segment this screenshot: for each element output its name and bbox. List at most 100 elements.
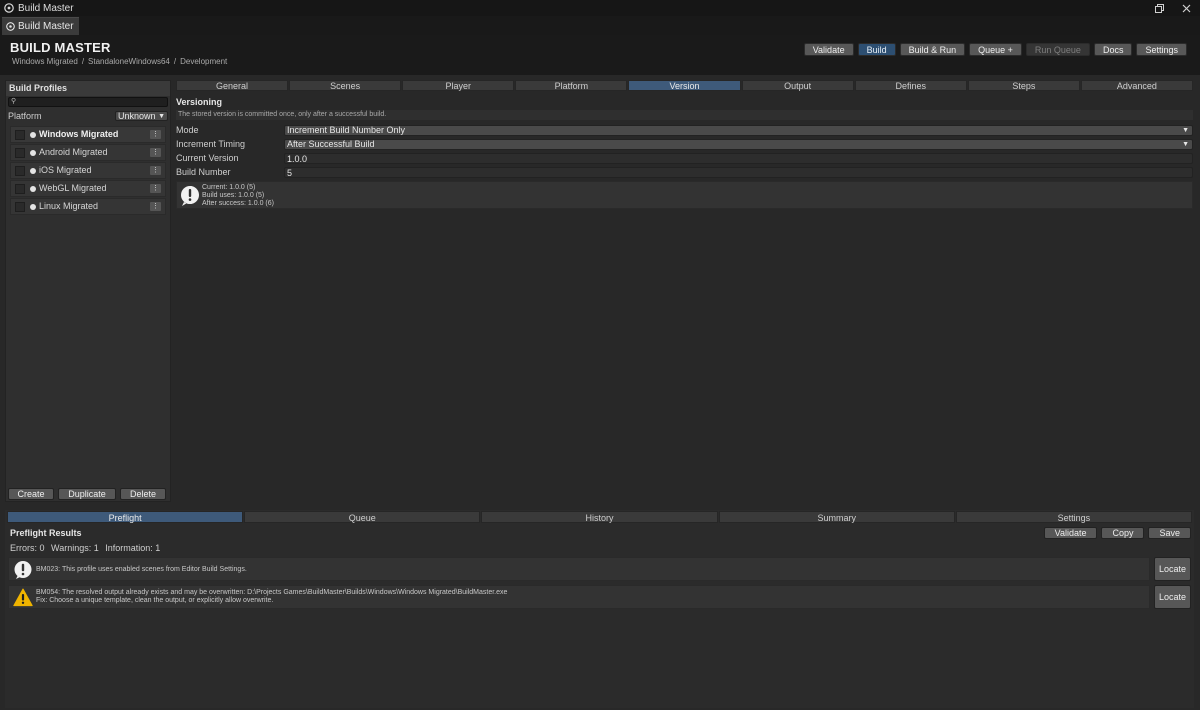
validate-button[interactable]: Validate: [803, 43, 854, 56]
run-queue-button[interactable]: Run Queue: [1025, 43, 1090, 56]
profile-name: Android Migrated: [39, 147, 108, 157]
create-profile-button[interactable]: Create: [8, 488, 54, 500]
profile-checkbox[interactable]: [15, 184, 25, 194]
save-button[interactable]: Save: [1148, 527, 1191, 539]
build-uses-info: Build uses: 1.0.0 (5): [202, 192, 265, 199]
increment-timing-dropdown[interactable]: After Successful Build ▼: [284, 139, 1193, 150]
tab-advanced[interactable]: Advanced: [1080, 80, 1193, 91]
info-icon: [13, 560, 33, 583]
version-info-box: Current: 1.0.0 (5) Build uses: 1.0.0 (5)…: [176, 181, 1193, 209]
platform-dropdown-value: Unknown: [118, 111, 156, 121]
build-number-label: Build Number: [176, 167, 231, 177]
locate-button[interactable]: Locate: [1154, 557, 1191, 581]
tab-settings[interactable]: Settings: [955, 511, 1193, 523]
current-version-field[interactable]: [284, 153, 1193, 164]
tab-queue[interactable]: Queue: [244, 511, 481, 523]
after-success-info: After success: 1.0.0 (6): [202, 200, 274, 207]
settings-button[interactable]: Settings: [1136, 43, 1187, 56]
version-info-text: Current: 1.0.0 (5) Build uses: 1.0.0 (5)…: [202, 184, 274, 208]
platform-label: Platform: [8, 111, 42, 121]
profile-item-linux-migrated[interactable]: Linux Migrated ⋮: [10, 198, 166, 215]
status-dot-icon: [30, 168, 36, 174]
copy-button[interactable]: Copy: [1101, 527, 1145, 539]
profile-checkbox[interactable]: [15, 166, 25, 176]
more-menu-icon[interactable]: ⋮: [150, 148, 161, 157]
docs-button[interactable]: Docs: [1093, 43, 1133, 56]
mode-label: Mode: [176, 125, 199, 135]
profile-checkbox[interactable]: [15, 202, 25, 212]
queue-add-button[interactable]: Queue +: [969, 43, 1022, 56]
profile-checkbox[interactable]: [15, 148, 25, 158]
platform-dropdown[interactable]: Unknown ▼: [115, 111, 168, 121]
tab-platform[interactable]: Platform: [515, 80, 628, 91]
locate-button[interactable]: Locate: [1154, 585, 1191, 609]
profile-item-webgl-migrated[interactable]: WebGL Migrated ⋮: [10, 180, 166, 197]
result-counts: Errors: 0 Warnings: 1 Information: 1: [10, 543, 164, 553]
results-actions: Validate Copy Save: [1043, 527, 1191, 539]
app-header: BUILD MASTER Windows Migrated / Standalone…: [0, 35, 1200, 75]
restore-icon[interactable]: [1146, 0, 1173, 16]
profile-actions: Create Duplicate Delete: [8, 488, 166, 500]
tab-player[interactable]: Player: [402, 80, 515, 91]
tab-version[interactable]: Version: [628, 80, 741, 91]
warnings-count: Warnings: 1: [51, 543, 99, 553]
mode-dropdown[interactable]: Increment Build Number Only ▼: [284, 125, 1193, 136]
preflight-validate-button[interactable]: Validate: [1043, 527, 1098, 539]
build-profiles-panel: Build Profiles ⚲ Platform Unknown ▼ Wind…: [5, 80, 171, 502]
profile-checkbox[interactable]: [15, 130, 25, 140]
message-text: BM054: The resolved output already exist…: [36, 589, 507, 605]
build-and-run-button[interactable]: Build & Run: [899, 43, 966, 56]
delete-profile-button[interactable]: Delete: [120, 488, 166, 500]
results-panel: Preflight Queue History Summary Settings…: [5, 510, 1194, 708]
more-menu-icon[interactable]: ⋮: [150, 130, 161, 139]
errors-count: Errors: 0: [10, 543, 45, 553]
warning-icon: [13, 588, 33, 610]
info-icon: [180, 185, 200, 210]
increment-timing-value: After Successful Build: [287, 139, 375, 149]
search-icon: ⚲: [11, 98, 17, 105]
duplicate-profile-button[interactable]: Duplicate: [58, 488, 116, 500]
platform-filter-row: Platform Unknown ▼: [6, 110, 170, 124]
build-number-field[interactable]: [284, 167, 1193, 178]
tab-scenes[interactable]: Scenes: [289, 80, 402, 91]
tab-preflight[interactable]: Preflight: [7, 511, 244, 523]
status-dot-icon: [30, 204, 36, 210]
tab-summary[interactable]: Summary: [718, 511, 955, 523]
profile-editor-panel: General Scenes Player Platform Version O…: [174, 80, 1195, 508]
profile-name: Linux Migrated: [39, 201, 99, 211]
close-icon[interactable]: [1173, 0, 1200, 16]
message-fix-line: Fix: Choose a unique template, clean the…: [36, 597, 274, 604]
profile-name: iOS Migrated: [39, 165, 92, 175]
status-dot-icon: [30, 186, 36, 192]
current-version-row: Current Version: [176, 153, 1193, 164]
profile-name: Windows Migrated: [39, 129, 119, 139]
chevron-down-icon: ▼: [1182, 141, 1189, 148]
more-menu-icon[interactable]: ⋮: [150, 166, 161, 175]
section-title: Versioning: [176, 97, 223, 107]
profile-item-ios-migrated[interactable]: iOS Migrated ⋮: [10, 162, 166, 179]
tab-build-master[interactable]: Build Master: [2, 17, 79, 35]
more-menu-icon[interactable]: ⋮: [150, 202, 161, 211]
build-number-row: Build Number: [176, 167, 1193, 178]
increment-timing-label: Increment Timing: [176, 139, 246, 149]
status-dot-icon: [30, 150, 36, 156]
profile-item-windows-migrated[interactable]: Windows Migrated ⋮: [10, 126, 166, 143]
breadcrumb: Windows Migrated / StandaloneWindows64/Dev…: [12, 57, 228, 66]
more-menu-icon[interactable]: ⋮: [150, 184, 161, 193]
build-button[interactable]: Build: [857, 43, 896, 56]
tab-steps[interactable]: Steps: [967, 80, 1080, 91]
profile-item-android-migrated[interactable]: Android Migrated ⋮: [10, 144, 166, 161]
message-line: BM054: The resolved output already exist…: [36, 589, 508, 596]
results-tabs: Preflight Queue History Summary Settings: [7, 511, 1193, 523]
tab-defines[interactable]: Defines: [854, 80, 967, 91]
tab-output[interactable]: Output: [741, 80, 854, 91]
chevron-down-icon: ▼: [158, 113, 165, 120]
profile-search[interactable]: ⚲: [8, 97, 168, 107]
page-title: BUILD MASTER: [10, 40, 111, 55]
mode-row: Mode Increment Build Number Only ▼: [176, 125, 1193, 136]
breadcrumb-profile: Windows Migrated: [12, 57, 78, 66]
tab-history[interactable]: History: [481, 511, 718, 523]
tab-general[interactable]: General: [176, 80, 289, 91]
profile-search-input[interactable]: [19, 98, 159, 106]
header-toolbar: Validate Build Build & Run Queue + Run Q…: [803, 43, 1187, 56]
